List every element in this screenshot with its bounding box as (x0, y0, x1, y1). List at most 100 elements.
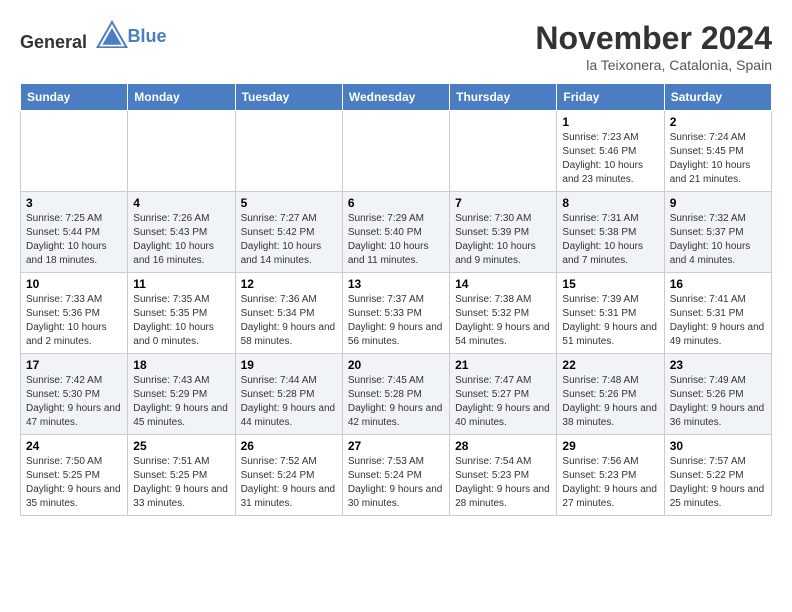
table-row: 8 Sunrise: 7:31 AM Sunset: 5:38 PM Daylig… (557, 192, 664, 273)
logo-general-text: General (20, 32, 87, 52)
day-info: Sunrise: 7:31 AM Sunset: 5:38 PM Dayligh… (562, 212, 658, 268)
day-info: Sunrise: 7:29 AM Sunset: 5:40 PM Dayligh… (348, 212, 444, 268)
table-row: 12 Sunrise: 7:36 AM Sunset: 5:34 PM Dayli… (235, 273, 342, 354)
day-info: Sunrise: 7:53 AM Sunset: 5:24 PM Dayligh… (348, 455, 444, 511)
calendar-table: Sunday Monday Tuesday Wednesday Thursday… (20, 83, 772, 516)
day-number: 23 (670, 358, 766, 372)
table-row: 23 Sunrise: 7:49 AM Sunset: 5:26 PM Dayli… (664, 354, 771, 435)
weekday-header-row: Sunday Monday Tuesday Wednesday Thursday… (21, 84, 772, 111)
day-number: 11 (133, 277, 229, 291)
logo-icon (96, 20, 128, 48)
day-number: 13 (348, 277, 444, 291)
table-row: 25Sunrise: 7:51 AM Sunset: 5:25 PM Dayli… (128, 435, 235, 516)
day-info: Sunrise: 7:37 AM Sunset: 5:33 PM Dayligh… (348, 293, 444, 349)
day-number: 6 (348, 196, 444, 210)
day-info: Sunrise: 7:24 AM Sunset: 5:45 PM Dayligh… (670, 131, 766, 187)
calendar-week-row: 17 Sunrise: 7:42 AM Sunset: 5:30 PM Dayli… (21, 354, 772, 435)
table-row (450, 111, 557, 192)
table-row: 29Sunrise: 7:56 AM Sunset: 5:23 PM Dayli… (557, 435, 664, 516)
day-number: 30 (670, 439, 766, 453)
logo-blue-text: Blue (128, 26, 167, 46)
calendar-week-row: 10Sunrise: 7:33 AM Sunset: 5:36 PM Dayli… (21, 273, 772, 354)
day-number: 2 (670, 115, 766, 129)
day-info: Sunrise: 7:49 AM Sunset: 5:26 PM Dayligh… (670, 374, 766, 430)
day-number: 17 (26, 358, 122, 372)
day-info: Sunrise: 7:30 AM Sunset: 5:39 PM Dayligh… (455, 212, 551, 268)
day-number: 9 (670, 196, 766, 210)
table-row: 9 Sunrise: 7:32 AM Sunset: 5:37 PM Daylig… (664, 192, 771, 273)
table-row (21, 111, 128, 192)
day-info: Sunrise: 7:51 AM Sunset: 5:25 PM Dayligh… (133, 455, 229, 511)
table-row: 18 Sunrise: 7:43 AM Sunset: 5:29 PM Dayli… (128, 354, 235, 435)
day-info: Sunrise: 7:43 AM Sunset: 5:29 PM Dayligh… (133, 374, 229, 430)
header-thursday: Thursday (450, 84, 557, 111)
day-number: 21 (455, 358, 551, 372)
table-row: 16 Sunrise: 7:41 AM Sunset: 5:31 PM Dayli… (664, 273, 771, 354)
table-row: 10Sunrise: 7:33 AM Sunset: 5:36 PM Dayli… (21, 273, 128, 354)
day-info: Sunrise: 7:38 AM Sunset: 5:32 PM Dayligh… (455, 293, 551, 349)
day-info: Sunrise: 7:48 AM Sunset: 5:26 PM Dayligh… (562, 374, 658, 430)
day-info: Sunrise: 7:23 AM Sunset: 5:46 PM Dayligh… (562, 131, 658, 187)
day-number: 22 (562, 358, 658, 372)
table-row: 14 Sunrise: 7:38 AM Sunset: 5:32 PM Dayli… (450, 273, 557, 354)
table-row: 7Sunrise: 7:30 AM Sunset: 5:39 PM Daylig… (450, 192, 557, 273)
table-row: 26Sunrise: 7:52 AM Sunset: 5:24 PM Dayli… (235, 435, 342, 516)
table-row: 5 Sunrise: 7:27 AM Sunset: 5:42 PM Daylig… (235, 192, 342, 273)
day-info: Sunrise: 7:42 AM Sunset: 5:30 PM Dayligh… (26, 374, 122, 430)
table-row: 15Sunrise: 7:39 AM Sunset: 5:31 PM Dayli… (557, 273, 664, 354)
day-info: Sunrise: 7:41 AM Sunset: 5:31 PM Dayligh… (670, 293, 766, 349)
table-row (128, 111, 235, 192)
table-row (342, 111, 449, 192)
header-monday: Monday (128, 84, 235, 111)
calendar-week-row: 1 Sunrise: 7:23 AM Sunset: 5:46 PM Daylig… (21, 111, 772, 192)
day-info: Sunrise: 7:45 AM Sunset: 5:28 PM Dayligh… (348, 374, 444, 430)
day-info: Sunrise: 7:33 AM Sunset: 5:36 PM Dayligh… (26, 293, 122, 349)
table-row: 22 Sunrise: 7:48 AM Sunset: 5:26 PM Dayli… (557, 354, 664, 435)
table-row: 4Sunrise: 7:26 AM Sunset: 5:43 PM Daylig… (128, 192, 235, 273)
table-row: 3 Sunrise: 7:25 AM Sunset: 5:44 PM Daylig… (21, 192, 128, 273)
day-number: 14 (455, 277, 551, 291)
table-row (235, 111, 342, 192)
title-area: November 2024 la Teixonera, Catalonia, S… (535, 20, 772, 73)
table-row: 11 Sunrise: 7:35 AM Sunset: 5:35 PM Dayli… (128, 273, 235, 354)
day-number: 18 (133, 358, 229, 372)
day-number: 8 (562, 196, 658, 210)
day-info: Sunrise: 7:56 AM Sunset: 5:23 PM Dayligh… (562, 455, 658, 511)
header-sunday: Sunday (21, 84, 128, 111)
header-wednesday: Wednesday (342, 84, 449, 111)
day-number: 16 (670, 277, 766, 291)
day-info: Sunrise: 7:44 AM Sunset: 5:28 PM Dayligh… (241, 374, 337, 430)
day-number: 5 (241, 196, 337, 210)
page-header: General Blue November 2024 la Teixonera,… (20, 20, 772, 73)
table-row: 17 Sunrise: 7:42 AM Sunset: 5:30 PM Dayli… (21, 354, 128, 435)
day-info: Sunrise: 7:32 AM Sunset: 5:37 PM Dayligh… (670, 212, 766, 268)
table-row: 19 Sunrise: 7:44 AM Sunset: 5:28 PM Dayli… (235, 354, 342, 435)
header-friday: Friday (557, 84, 664, 111)
day-number: 1 (562, 115, 658, 129)
day-number: 3 (26, 196, 122, 210)
day-number: 19 (241, 358, 337, 372)
day-info: Sunrise: 7:54 AM Sunset: 5:23 PM Dayligh… (455, 455, 551, 511)
table-row: 13 Sunrise: 7:37 AM Sunset: 5:33 PM Dayli… (342, 273, 449, 354)
day-number: 27 (348, 439, 444, 453)
calendar-week-row: 24 Sunrise: 7:50 AM Sunset: 5:25 PM Dayli… (21, 435, 772, 516)
day-info: Sunrise: 7:57 AM Sunset: 5:22 PM Dayligh… (670, 455, 766, 511)
day-info: Sunrise: 7:47 AM Sunset: 5:27 PM Dayligh… (455, 374, 551, 430)
day-number: 20 (348, 358, 444, 372)
table-row: 21 Sunrise: 7:47 AM Sunset: 5:27 PM Dayli… (450, 354, 557, 435)
day-info: Sunrise: 7:25 AM Sunset: 5:44 PM Dayligh… (26, 212, 122, 268)
day-number: 24 (26, 439, 122, 453)
table-row: 1 Sunrise: 7:23 AM Sunset: 5:46 PM Daylig… (557, 111, 664, 192)
table-row: 6 Sunrise: 7:29 AM Sunset: 5:40 PM Daylig… (342, 192, 449, 273)
day-info: Sunrise: 7:50 AM Sunset: 5:25 PM Dayligh… (26, 455, 122, 511)
day-info: Sunrise: 7:26 AM Sunset: 5:43 PM Dayligh… (133, 212, 229, 268)
day-info: Sunrise: 7:35 AM Sunset: 5:35 PM Dayligh… (133, 293, 229, 349)
day-info: Sunrise: 7:36 AM Sunset: 5:34 PM Dayligh… (241, 293, 337, 349)
logo: General Blue (20, 20, 167, 53)
table-row: 27 Sunrise: 7:53 AM Sunset: 5:24 PM Dayli… (342, 435, 449, 516)
day-number: 12 (241, 277, 337, 291)
header-saturday: Saturday (664, 84, 771, 111)
day-info: Sunrise: 7:27 AM Sunset: 5:42 PM Dayligh… (241, 212, 337, 268)
day-info: Sunrise: 7:39 AM Sunset: 5:31 PM Dayligh… (562, 293, 658, 349)
table-row: 28Sunrise: 7:54 AM Sunset: 5:23 PM Dayli… (450, 435, 557, 516)
